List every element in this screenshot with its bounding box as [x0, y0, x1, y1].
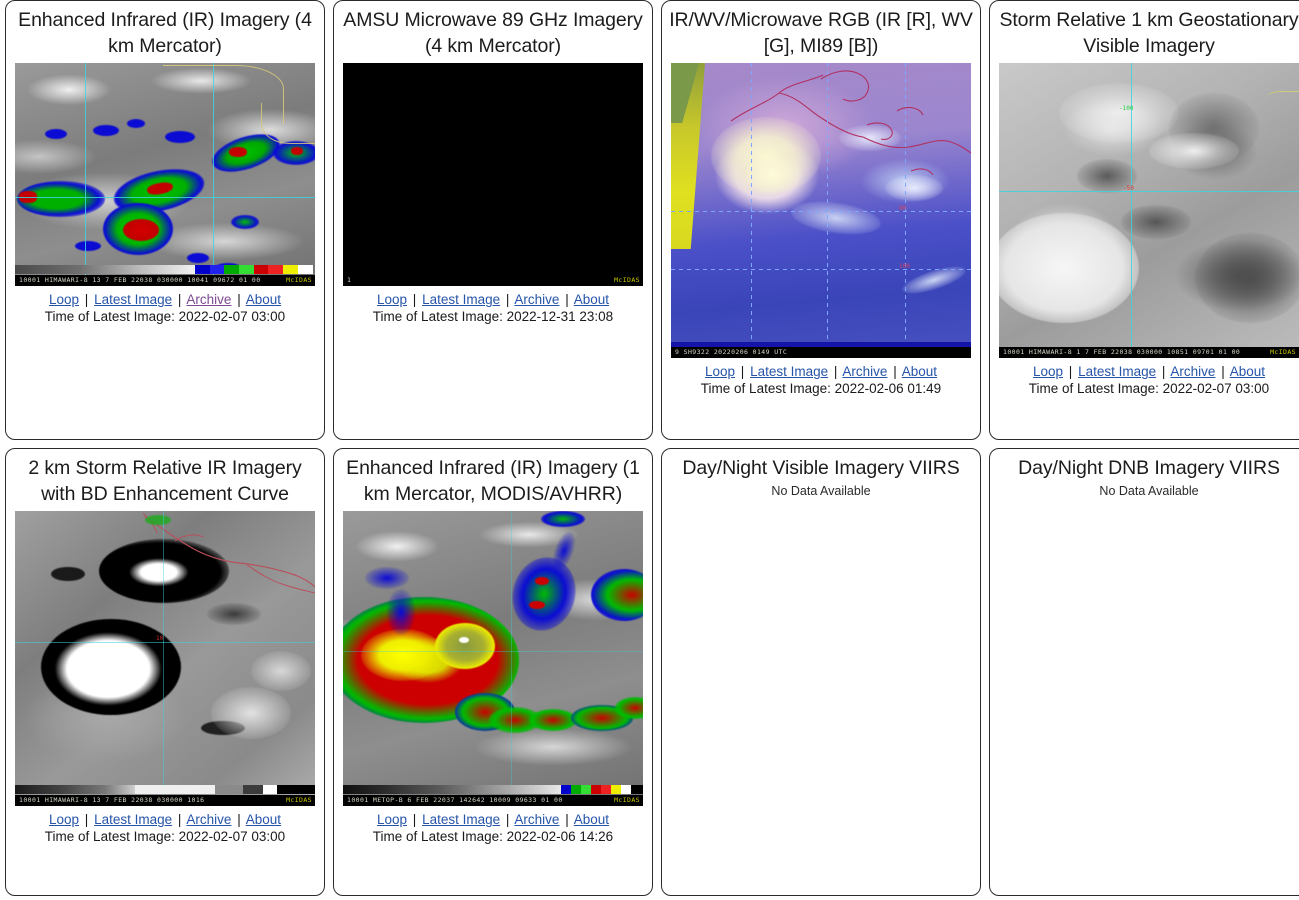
- link-separator: |: [412, 292, 417, 307]
- link-separator: |: [893, 364, 897, 379]
- link-separator: |: [237, 292, 241, 307]
- loop-link[interactable]: Loop: [1033, 364, 1063, 379]
- image-banner: 10001 HIMAWARI-8 13 7 FEB 22038 030000 1…: [15, 275, 315, 286]
- panel-links: Loop | Latest Image | Archive | About: [1033, 364, 1265, 379]
- archive-link[interactable]: Archive: [514, 292, 559, 307]
- link-separator: |: [237, 812, 241, 827]
- latest-image-timestamp: Time of Latest Image: 2022-02-06 14:26: [372, 829, 614, 844]
- panel-title: 2 km Storm Relative IR Imagery with BD E…: [28, 457, 302, 505]
- satellite-image-enhanced-ir-4km[interactable]: 10001 HIMAWARI-8 13 7 FEB 22038 030000 1…: [15, 63, 315, 286]
- panel-title: Day/Night Visible Imagery VIIRS: [682, 457, 960, 479]
- image-banner: 10001 HIMAWARI-8 1 7 FEB 22038 030000 10…: [999, 347, 1299, 358]
- panel-title: Enhanced Infrared (IR) Imagery (4 km Mer…: [18, 9, 312, 57]
- panel-day-night-visible-viirs: Day/Night Visible Imagery VIIRS No Data …: [661, 448, 981, 896]
- link-separator: |: [1221, 364, 1225, 379]
- no-data-message: No Data Available: [771, 484, 871, 498]
- link-separator: |: [1068, 364, 1073, 379]
- panel-title: Day/Night DNB Imagery VIIRS: [1018, 457, 1280, 479]
- about-link[interactable]: About: [574, 292, 609, 307]
- archive-link[interactable]: Archive: [514, 812, 559, 827]
- link-separator: |: [565, 812, 569, 827]
- link-separator: |: [833, 364, 838, 379]
- loop-link[interactable]: Loop: [377, 292, 407, 307]
- about-link[interactable]: About: [246, 812, 281, 827]
- about-link[interactable]: About: [902, 364, 937, 379]
- satellite-image-storm-relative-2km-ir-bd[interactable]: 10 10001 HIMAWARI-8 13 7 FEB 22038 03000…: [15, 511, 315, 806]
- panel-day-night-dnb-viirs: Day/Night DNB Imagery VIIRS No Data Avai…: [989, 448, 1299, 896]
- panel-title: Storm Relative 1 km Geostationary Visibl…: [999, 9, 1299, 57]
- panel-enhanced-ir-1km-modis-avhrr: Enhanced Infrared (IR) Imagery (1 km Mer…: [333, 448, 653, 896]
- loop-link[interactable]: Loop: [49, 292, 79, 307]
- link-separator: |: [505, 292, 510, 307]
- about-link[interactable]: About: [246, 292, 281, 307]
- latest-image-link[interactable]: Latest Image: [422, 292, 500, 307]
- panel-links: Loop | Latest Image | Archive | About: [49, 292, 281, 307]
- color-scale-bar: [195, 265, 313, 286]
- latest-image-timestamp: Time of Latest Image: 2022-02-07 03:00: [44, 309, 286, 324]
- panel-amsu-microwave-89ghz: AMSU Microwave 89 GHz Imagery (4 km Merc…: [333, 0, 653, 440]
- image-banner: 9 SH9322 20220206 0149 UTC: [671, 347, 971, 358]
- satellite-image-storm-relative-1km-visible[interactable]: -100 -50 10001 HIMAWARI-8 1 7 FEB 22038 …: [999, 63, 1299, 358]
- latest-image-timestamp: Time of Latest Image: 2022-02-06 01:49: [700, 381, 942, 396]
- satellite-image-enhanced-ir-1km-modis-avhrr[interactable]: 10001 METOP-B 6 FEB 22037 142642 10009 0…: [343, 511, 643, 806]
- link-separator: |: [1161, 364, 1166, 379]
- link-separator: |: [565, 292, 569, 307]
- link-separator: |: [505, 812, 510, 827]
- link-separator: |: [84, 292, 89, 307]
- archive-link[interactable]: Archive: [842, 364, 887, 379]
- link-separator: |: [412, 812, 417, 827]
- latest-image-link[interactable]: Latest Image: [94, 292, 172, 307]
- satellite-image-amsu-microwave-89ghz[interactable]: 1 McIDAS: [343, 63, 643, 286]
- panel-title: IR/WV/Microwave RGB (IR [R], WV [G], MI8…: [669, 9, 973, 57]
- about-link[interactable]: About: [1230, 364, 1265, 379]
- latest-image-timestamp: Time of Latest Image: 2022-12-31 23:08: [372, 309, 614, 324]
- latest-image-timestamp: Time of Latest Image: 2022-02-07 03:00: [1028, 381, 1270, 396]
- panel-title: AMSU Microwave 89 GHz Imagery (4 km Merc…: [343, 9, 643, 57]
- loop-link[interactable]: Loop: [705, 364, 735, 379]
- imagery-panel-grid: Enhanced Infrared (IR) Imagery (4 km Mer…: [0, 0, 1299, 896]
- latest-image-timestamp: Time of Latest Image: 2022-02-07 03:00: [44, 829, 286, 844]
- no-data-message: No Data Available: [1099, 484, 1199, 498]
- archive-link[interactable]: Archive: [186, 292, 231, 307]
- panel-storm-relative-2km-ir-bd: 2 km Storm Relative IR Imagery with BD E…: [5, 448, 325, 896]
- link-separator: |: [740, 364, 745, 379]
- panel-ir-wv-microwave-rgb: IR/WV/Microwave RGB (IR [R], WV [G], MI8…: [661, 0, 981, 440]
- panel-links: Loop | Latest Image | Archive | About: [705, 364, 937, 379]
- archive-link[interactable]: Archive: [186, 812, 231, 827]
- panel-enhanced-ir-4km: Enhanced Infrared (IR) Imagery (4 km Mer…: [5, 0, 325, 440]
- image-banner: 10001 HIMAWARI-8 13 7 FEB 22038 030000 1…: [15, 795, 315, 806]
- archive-link[interactable]: Archive: [1170, 364, 1215, 379]
- latest-image-link[interactable]: Latest Image: [1078, 364, 1156, 379]
- loop-link[interactable]: Loop: [377, 812, 407, 827]
- link-separator: |: [84, 812, 89, 827]
- panel-links: Loop | Latest Image | Archive | About: [377, 812, 609, 827]
- panel-title: Enhanced Infrared (IR) Imagery (1 km Mer…: [346, 457, 640, 505]
- latest-image-link[interactable]: Latest Image: [750, 364, 828, 379]
- link-separator: |: [177, 292, 182, 307]
- satellite-image-ir-wv-microwave-rgb[interactable]: 80 100 9 SH9322 20220206 0149 UTC: [671, 63, 971, 358]
- link-separator: |: [177, 812, 182, 827]
- loop-link[interactable]: Loop: [49, 812, 79, 827]
- image-banner: 10001 METOP-B 6 FEB 22037 142642 10009 0…: [343, 795, 643, 806]
- panel-links: Loop | Latest Image | Archive | About: [49, 812, 281, 827]
- panel-links: Loop | Latest Image | Archive | About: [377, 292, 609, 307]
- panel-storm-relative-1km-visible: Storm Relative 1 km Geostationary Visibl…: [989, 0, 1299, 440]
- image-banner: 1 McIDAS: [343, 275, 643, 286]
- latest-image-link[interactable]: Latest Image: [94, 812, 172, 827]
- about-link[interactable]: About: [574, 812, 609, 827]
- latest-image-link[interactable]: Latest Image: [422, 812, 500, 827]
